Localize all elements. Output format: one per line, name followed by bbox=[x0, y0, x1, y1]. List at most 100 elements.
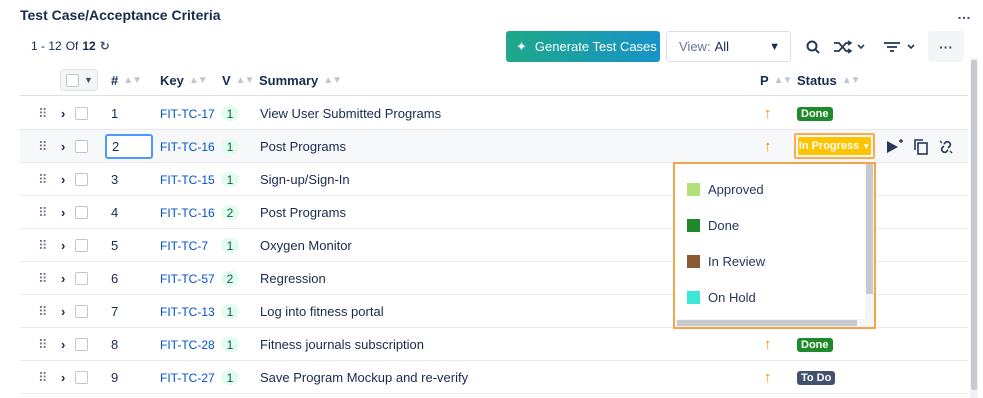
dropdown-horizontal-scrollbar[interactable] bbox=[675, 319, 874, 327]
status-badge[interactable]: To Do bbox=[797, 371, 836, 385]
row-checkbox[interactable] bbox=[75, 97, 88, 130]
status-dropdown: Approved Done In Review On Hold bbox=[673, 162, 876, 329]
sort-icon: ▲▼ bbox=[841, 74, 861, 86]
col-summary[interactable]: Summary ▲▼ bbox=[259, 64, 342, 96]
row-key-link[interactable]: FIT-TC-28 bbox=[160, 328, 215, 361]
expand-chevron-icon[interactable]: › bbox=[61, 295, 65, 328]
row-summary[interactable]: Log into fitness portal bbox=[260, 295, 384, 328]
row-summary[interactable]: Post Programs bbox=[260, 130, 346, 163]
status-options-list: Approved Done In Review On Hold bbox=[675, 164, 865, 319]
row-checkbox[interactable] bbox=[75, 130, 88, 163]
row-number: 8 bbox=[111, 337, 119, 352]
row-key-link[interactable]: FIT-TC-15 bbox=[160, 163, 215, 196]
status-select[interactable]: In Progress ▼ bbox=[794, 133, 875, 159]
row-summary[interactable]: Post Programs bbox=[260, 196, 346, 229]
table-row[interactable]: ⠿ › 1 FIT-TC-17 1 View User Submitted Pr… bbox=[20, 97, 968, 130]
col-priority[interactable]: P ▲▼ bbox=[760, 64, 793, 96]
row-key-link[interactable]: FIT-TC-7 bbox=[160, 229, 208, 262]
status-value: In Progress bbox=[798, 140, 860, 152]
col-status[interactable]: Status ▲▼ bbox=[797, 64, 861, 96]
row-checkbox[interactable] bbox=[75, 295, 88, 328]
chevron-down-icon: ▼ bbox=[862, 141, 871, 151]
drag-handle-icon[interactable]: ⠿ bbox=[38, 97, 47, 130]
drag-handle-icon[interactable]: ⠿ bbox=[38, 229, 47, 262]
expand-chevron-icon[interactable]: › bbox=[61, 196, 65, 229]
status-option-on-hold[interactable]: On Hold bbox=[687, 287, 756, 307]
expand-chevron-icon[interactable]: › bbox=[61, 163, 65, 196]
table-row[interactable]: ⠿ › 9 FIT-TC-27 1 Save Program Mockup an… bbox=[20, 361, 968, 394]
drag-handle-icon[interactable]: ⠿ bbox=[38, 130, 47, 163]
version-badge: 1 bbox=[221, 238, 239, 253]
chevron-down-icon: ▼ bbox=[769, 40, 780, 53]
status-badge[interactable]: Done bbox=[797, 338, 833, 352]
drag-handle-icon[interactable]: ⠿ bbox=[38, 163, 47, 196]
drag-handle-icon[interactable]: ⠿ bbox=[38, 361, 47, 394]
table-scrollbar[interactable] bbox=[970, 58, 978, 398]
row-checkbox[interactable] bbox=[75, 328, 88, 361]
pagination-info: 1 - 12 Of 12 ↻ bbox=[31, 39, 110, 53]
col-version[interactable]: V ▲▼ bbox=[222, 64, 254, 96]
drag-handle-icon[interactable]: ⠿ bbox=[38, 295, 47, 328]
version-badge: 1 bbox=[221, 172, 239, 187]
row-key-link[interactable]: FIT-TC-17 bbox=[160, 97, 215, 130]
expand-chevron-icon[interactable]: › bbox=[61, 262, 65, 295]
row-number: 5 bbox=[111, 238, 119, 253]
row-checkbox[interactable] bbox=[75, 196, 88, 229]
unlink-icon[interactable] bbox=[938, 130, 954, 163]
copy-icon[interactable] bbox=[914, 130, 928, 163]
more-options-icon[interactable]: … bbox=[957, 6, 971, 22]
row-checkbox[interactable] bbox=[75, 163, 88, 196]
drag-handle-icon[interactable]: ⠿ bbox=[38, 196, 47, 229]
row-checkbox[interactable] bbox=[75, 229, 88, 262]
version-badge: 1 bbox=[221, 337, 239, 352]
expand-chevron-icon[interactable]: › bbox=[61, 130, 65, 163]
version-badge: 1 bbox=[221, 304, 239, 319]
expand-chevron-icon[interactable]: › bbox=[61, 229, 65, 262]
table-row[interactable]: ⠿ › 8 FIT-TC-28 1 Fitness journals subsc… bbox=[20, 328, 968, 361]
status-option-done[interactable]: Done bbox=[687, 215, 739, 235]
drag-handle-icon[interactable]: ⠿ bbox=[38, 328, 47, 361]
row-number: 1 bbox=[111, 106, 119, 121]
search-icon[interactable] bbox=[801, 31, 825, 62]
status-option-in-review[interactable]: In Review bbox=[687, 251, 765, 271]
color-swatch bbox=[687, 218, 700, 232]
dropdown-vertical-scrollbar[interactable] bbox=[865, 164, 874, 319]
filter-icon[interactable] bbox=[878, 31, 922, 62]
status-badge[interactable]: Done bbox=[797, 107, 833, 121]
expand-chevron-icon[interactable]: › bbox=[61, 328, 65, 361]
row-checkbox[interactable] bbox=[75, 361, 88, 394]
drag-handle-icon[interactable]: ⠿ bbox=[38, 262, 47, 295]
select-all-checkbox[interactable]: ▼ bbox=[60, 69, 98, 91]
total-count: 12 bbox=[82, 39, 96, 53]
generate-test-cases-button[interactable]: ✦ Generate Test Cases bbox=[506, 31, 660, 62]
row-key-link[interactable]: FIT-TC-13 bbox=[160, 295, 215, 328]
row-summary[interactable]: Save Program Mockup and re-verify bbox=[260, 361, 468, 394]
row-summary[interactable]: Oxygen Monitor bbox=[260, 229, 352, 262]
row-key-link[interactable]: FIT-TC-57 bbox=[160, 262, 215, 295]
view-select[interactable]: View: All ▼ bbox=[666, 31, 791, 62]
row-summary[interactable]: Fitness journals subscription bbox=[260, 328, 424, 361]
of-label: Of bbox=[65, 39, 79, 53]
row-number-input[interactable]: 2 bbox=[105, 134, 153, 159]
row-checkbox[interactable] bbox=[75, 262, 88, 295]
row-key-link[interactable]: FIT-TC-16 bbox=[160, 130, 215, 163]
sort-icon: ▲▼ bbox=[773, 74, 793, 86]
row-key-link[interactable]: FIT-TC-16 bbox=[160, 196, 215, 229]
shuffle-icon[interactable] bbox=[830, 31, 870, 62]
row-summary[interactable]: View User Submitted Programs bbox=[260, 97, 441, 130]
col-key[interactable]: Key ▲▼ bbox=[160, 64, 208, 96]
row-summary[interactable]: Regression bbox=[260, 262, 326, 295]
execute-play-icon[interactable] bbox=[886, 130, 904, 163]
view-label: View: bbox=[679, 39, 711, 54]
expand-chevron-icon[interactable]: › bbox=[61, 97, 65, 130]
row-summary[interactable]: Sign-up/Sign-In bbox=[260, 163, 350, 196]
status-option-approved[interactable]: Approved bbox=[687, 179, 764, 199]
refresh-icon[interactable]: ↻ bbox=[100, 39, 110, 53]
more-actions-button[interactable]: ··· bbox=[928, 31, 964, 62]
col-number[interactable]: # ▲▼ bbox=[111, 64, 142, 96]
row-key-link[interactable]: FIT-TC-27 bbox=[160, 361, 215, 394]
expand-chevron-icon[interactable]: › bbox=[61, 361, 65, 394]
table-row[interactable]: ⠿ › 2 FIT-TC-16 1 Post Programs ↑ In Pro… bbox=[20, 130, 968, 163]
version-badge: 1 bbox=[221, 139, 239, 154]
sort-icon: ▲▼ bbox=[123, 74, 142, 86]
